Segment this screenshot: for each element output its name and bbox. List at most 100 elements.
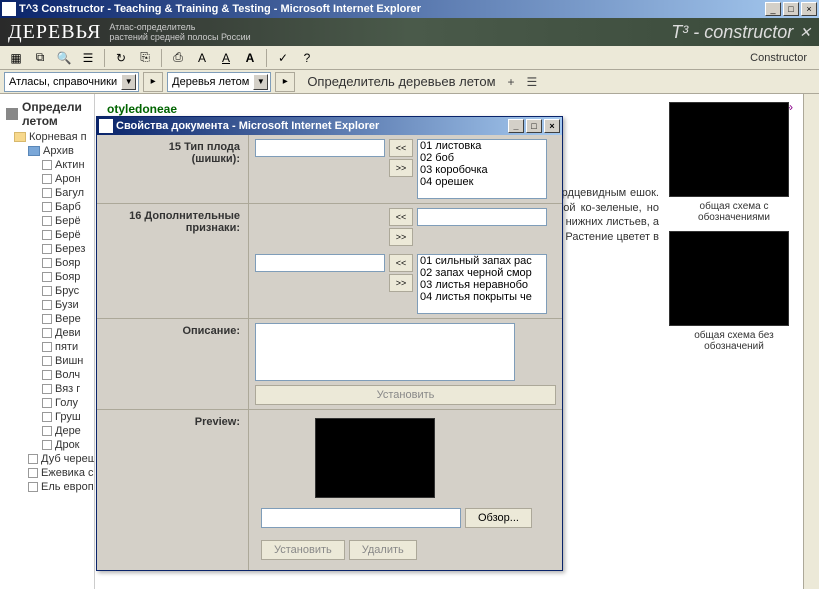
- tree-item[interactable]: Волч: [30, 368, 92, 382]
- sidebar: Определилетом Корневая п Архив АктинАрон…: [0, 94, 95, 589]
- scrollbar[interactable]: [803, 94, 819, 589]
- tree-archive[interactable]: Архив: [16, 144, 92, 158]
- label-extra-features: 16 Дополнительныепризнаки:: [97, 204, 249, 318]
- trees-dropdown[interactable]: Деревья летом▼: [167, 72, 271, 92]
- set-description-button[interactable]: Установить: [255, 385, 556, 405]
- tree-item[interactable]: Бояр: [30, 256, 92, 270]
- tree-item[interactable]: Деви: [30, 326, 92, 340]
- dlg-maximize-button[interactable]: □: [526, 119, 542, 133]
- thumb-caption-2: общая схема без обозначений: [669, 330, 799, 352]
- label-preview: Preview:: [97, 410, 249, 570]
- tree-item[interactable]: Груш: [30, 410, 92, 424]
- tree-item[interactable]: Актин: [30, 158, 92, 172]
- tree-item[interactable]: Вишн: [30, 354, 92, 368]
- page-icon: [42, 258, 52, 268]
- page-icon: [42, 440, 52, 450]
- move-right-button-2a[interactable]: >>: [389, 228, 413, 246]
- field-16-filter[interactable]: [417, 208, 547, 226]
- page-title: Определитель деревьев летом: [307, 74, 495, 89]
- list-item[interactable]: 02 запах черной смор: [418, 267, 546, 279]
- add-icon[interactable]: +: [508, 75, 515, 89]
- chevron-down-icon: ▼: [253, 74, 268, 90]
- dlg-minimize-button[interactable]: _: [508, 119, 524, 133]
- list-item[interactable]: 01 сильный запах рас: [418, 255, 546, 267]
- tree-item[interactable]: Дрок: [30, 438, 92, 452]
- tree-item[interactable]: Брус: [30, 284, 92, 298]
- page-icon: [42, 370, 52, 380]
- list-item[interactable]: 02 боб: [418, 152, 546, 164]
- close-button[interactable]: ×: [801, 2, 817, 16]
- props-icon[interactable]: ☰: [527, 75, 538, 89]
- page-icon: [42, 314, 52, 324]
- tb-font-c-icon[interactable]: A: [239, 48, 261, 68]
- tree-item[interactable]: Ель европейская: [16, 480, 92, 494]
- field-16-input[interactable]: [255, 254, 385, 272]
- thumbnail-2[interactable]: [669, 231, 789, 326]
- tb-font-b-icon[interactable]: A: [215, 48, 237, 68]
- list-item[interactable]: 04 орешек: [418, 176, 546, 188]
- thumbnail-1[interactable]: [669, 102, 789, 197]
- list-item[interactable]: 04 листья покрыты че: [418, 291, 546, 303]
- tree-item[interactable]: Барб: [30, 200, 92, 214]
- file-path-input[interactable]: [261, 508, 461, 528]
- minimize-button[interactable]: _: [765, 2, 781, 16]
- dialog-titlebar[interactable]: Свойства документа - Microsoft Internet …: [97, 117, 562, 135]
- tb-grid-icon[interactable]: ▦: [5, 48, 27, 68]
- main-toolbar: ▦ ⧉ 🔍 ☰ ↻ ⎘ ⎙ A A A ✓ ? Constructor: [0, 46, 819, 70]
- tree-root[interactable]: Корневая п: [2, 130, 92, 144]
- list-item[interactable]: 03 листья неравнобо: [418, 279, 546, 291]
- tree-item[interactable]: Бузи: [30, 298, 92, 312]
- page-icon: [28, 468, 38, 478]
- tb-font-a-icon[interactable]: A: [191, 48, 213, 68]
- tree-item[interactable]: Арон: [30, 172, 92, 186]
- list-15[interactable]: 01 листовка02 боб03 коробочка04 орешек: [417, 139, 547, 199]
- move-left-button-2[interactable]: <<: [389, 254, 413, 272]
- tree-item[interactable]: Багул: [30, 186, 92, 200]
- page-icon: [42, 244, 52, 254]
- folder-icon: [28, 146, 40, 156]
- set-preview-button[interactable]: Установить: [261, 540, 345, 560]
- atlas-dropdown[interactable]: Атласы, справочники▼: [4, 72, 139, 92]
- main-titlebar: T^3 Constructor - Teaching & Training & …: [0, 0, 819, 18]
- tb-refresh-icon[interactable]: ↻: [110, 48, 132, 68]
- page-icon: [42, 202, 52, 212]
- tree-item[interactable]: Дуб черешчатый: [16, 452, 92, 466]
- tree-item[interactable]: пяти: [30, 340, 92, 354]
- field-15-input[interactable]: [255, 139, 385, 157]
- tb-list-icon[interactable]: ☰: [77, 48, 99, 68]
- dlg-close-button[interactable]: ×: [544, 119, 560, 133]
- tree-item[interactable]: Берё: [30, 228, 92, 242]
- list-item[interactable]: 03 коробочка: [418, 164, 546, 176]
- tree-item[interactable]: Берез: [30, 242, 92, 256]
- browse-button[interactable]: Обзор...: [465, 508, 532, 528]
- nav-go-2[interactable]: ▸: [275, 72, 295, 92]
- app-banner: ДЕРЕВЬЯ Атлас-определительрастений средн…: [0, 18, 819, 46]
- tb-help-icon[interactable]: ?: [296, 48, 318, 68]
- tb-print-icon[interactable]: ⎙: [167, 48, 189, 68]
- maximize-button[interactable]: □: [783, 2, 799, 16]
- tb-tree-icon[interactable]: ⧉: [29, 48, 51, 68]
- tree-item[interactable]: Берё: [30, 214, 92, 228]
- tree-item[interactable]: Бояр: [30, 270, 92, 284]
- banner-logo: ДЕРЕВЬЯ: [8, 21, 101, 44]
- tree-item[interactable]: Ежевика сизая: [16, 466, 92, 480]
- move-right-button[interactable]: >>: [389, 159, 413, 177]
- description-textarea[interactable]: [255, 323, 515, 381]
- tree-item[interactable]: Вяз г: [30, 382, 92, 396]
- list-item[interactable]: 01 листовка: [418, 140, 546, 152]
- list-16[interactable]: 01 сильный запах рас02 запах черной смор…: [417, 254, 547, 314]
- tb-copy-icon[interactable]: ⎘: [134, 48, 156, 68]
- tree-item[interactable]: Дере: [30, 424, 92, 438]
- move-left-button[interactable]: <<: [389, 139, 413, 157]
- tb-zoom-icon[interactable]: 🔍: [53, 48, 75, 68]
- tree-item[interactable]: Голу: [30, 396, 92, 410]
- tb-check-icon[interactable]: ✓: [272, 48, 294, 68]
- nav-go-1[interactable]: ▸: [143, 72, 163, 92]
- toolbar-label: Constructor: [750, 52, 815, 64]
- page-icon: [42, 356, 52, 366]
- move-right-button-2[interactable]: >>: [389, 274, 413, 292]
- delete-preview-button[interactable]: Удалить: [349, 540, 417, 560]
- tree-item[interactable]: Вере: [30, 312, 92, 326]
- page-icon: [42, 216, 52, 226]
- move-left-button-2a[interactable]: <<: [389, 208, 413, 226]
